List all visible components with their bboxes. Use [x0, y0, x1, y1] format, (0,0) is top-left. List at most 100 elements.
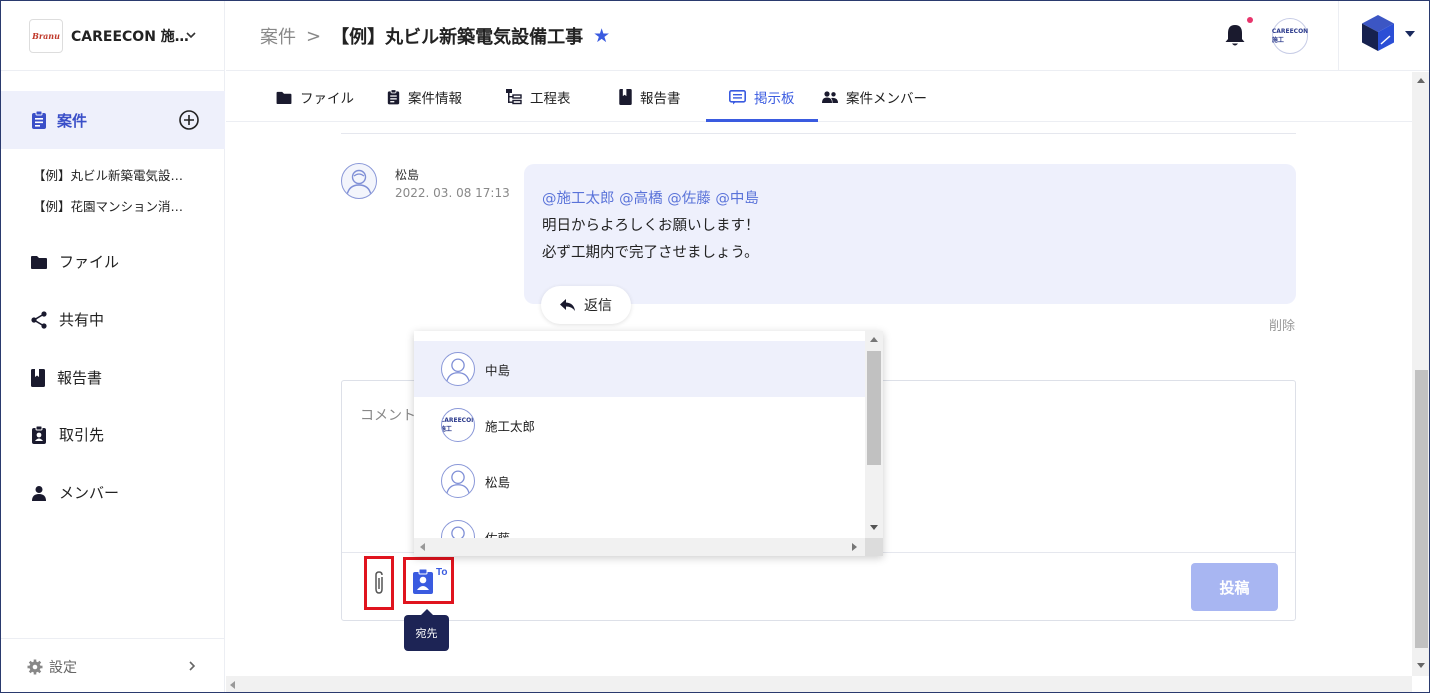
bell-icon[interactable] — [1224, 23, 1246, 47]
avatar: CAREECON施工 — [441, 408, 475, 442]
org-switcher[interactable]: Branu CAREECON 施… — [1, 1, 225, 71]
message-line: 必ず工期内で完了させましょう。 — [542, 245, 759, 261]
to-label: To — [436, 567, 447, 578]
cube-logo-icon[interactable] — [1361, 14, 1395, 52]
folder-icon — [31, 255, 47, 269]
scroll-down-arrow[interactable] — [870, 525, 878, 530]
comment-placeholder: コメント — [360, 408, 416, 424]
sidebar-project-link[interactable]: 【例】丸ビル新築電気設… — [33, 165, 183, 184]
tab-reports[interactable]: 報告書 — [619, 72, 681, 122]
schedule-tree-icon — [506, 89, 522, 105]
reply-label: 返信 — [584, 298, 612, 314]
tab-label: 報告書 — [640, 91, 681, 107]
scroll-up-arrow[interactable] — [870, 337, 878, 342]
sidebar-project-link[interactable]: 【例】花園マンション消… — [33, 196, 183, 215]
sidebar-item-reports[interactable]: 報告書 — [31, 367, 102, 388]
org-logo: Branu — [29, 18, 63, 53]
mention-recipient-button[interactable]: To — [403, 557, 454, 604]
contact-badge-icon — [32, 425, 46, 444]
avatar[interactable]: CAREECON施工 — [1272, 18, 1308, 54]
dropdown-horizontal-scrollbar[interactable] — [414, 538, 865, 556]
tab-project-members[interactable]: 案件メンバー — [822, 72, 927, 122]
mention-option-label: 施工太郎 — [485, 418, 536, 434]
chevron-down-icon — [186, 32, 196, 39]
clipboard-icon — [32, 111, 46, 129]
attach-file-button[interactable] — [364, 556, 394, 610]
sidebar-item-members[interactable]: メンバー — [31, 482, 119, 503]
scroll-right-arrow[interactable] — [852, 543, 857, 551]
sidebar-item-label: 案件 — [57, 111, 88, 130]
mention-option-label: 佐藤 — [485, 530, 511, 539]
person-icon — [32, 485, 46, 501]
book-icon — [31, 368, 45, 387]
page-vertical-scrollbar[interactable] — [1412, 72, 1429, 676]
people-icon — [822, 91, 838, 103]
sidebar-item-label: 共有中 — [59, 311, 105, 329]
mention-option-label: 松島 — [485, 474, 511, 490]
content-divider — [341, 133, 1296, 134]
tab-project-info[interactable]: 案件情報 — [387, 72, 462, 122]
tab-label: 案件情報 — [408, 91, 462, 107]
tab-label: 工程表 — [530, 91, 571, 107]
sidebar-item-shared[interactable]: 共有中 — [31, 309, 104, 330]
clipboard-icon — [387, 89, 400, 105]
scroll-left-arrow[interactable] — [420, 543, 425, 551]
sidebar-settings[interactable]: 設定 — [1, 638, 225, 692]
scroll-thumb[interactable] — [867, 351, 881, 465]
user-icon — [346, 169, 372, 196]
scrollbar-corner — [865, 538, 883, 556]
scroll-up-arrow[interactable] — [1417, 78, 1425, 83]
top-header: 案件 > 【例】丸ビル新築電気設備工事 ★ CAREECON施工 — [226, 1, 1429, 71]
book-icon — [619, 89, 632, 105]
sidebar-item-label: メンバー — [59, 484, 120, 502]
mention-option[interactable]: CAREECON施工 施工太郎 — [414, 397, 865, 453]
recipient-tooltip: 宛先 — [404, 609, 449, 651]
tab-schedule[interactable]: 工程表 — [506, 72, 571, 122]
message-author: 松島 — [395, 168, 420, 182]
mention-option[interactable]: 佐藤 — [414, 509, 865, 538]
message-board-icon — [729, 89, 746, 104]
folder-icon — [276, 91, 292, 104]
chevron-right-icon — [189, 661, 196, 671]
account-menu-caret[interactable] — [1405, 31, 1415, 37]
sidebar-item-files[interactable]: ファイル — [31, 251, 119, 272]
sidebar-item-partners[interactable]: 取引先 — [31, 424, 104, 445]
mention-option-label: 中島 — [485, 362, 511, 378]
paperclip-icon — [375, 571, 383, 594]
share-icon — [31, 310, 47, 329]
notification-dot — [1247, 17, 1253, 23]
sidebar-item-label: 報告書 — [57, 369, 103, 387]
sidebar-item-projects[interactable]: 案件 — [1, 91, 225, 149]
message-line: 明日からよろしくお願いします！ — [542, 218, 760, 234]
star-icon[interactable]: ★ — [593, 25, 610, 47]
sidebar-item-label: ファイル — [59, 253, 120, 271]
message-timestamp: 2022. 03. 08 17:13 — [395, 186, 510, 200]
reply-button[interactable]: 返信 — [541, 286, 631, 324]
avatar — [441, 520, 475, 538]
page-title: 【例】丸ビル新築電気設備工事 — [331, 27, 584, 48]
scroll-down-arrow[interactable] — [1417, 663, 1425, 668]
avatar — [441, 464, 475, 498]
message-mentions[interactable]: @施工太郎 @高橋 @佐藤 @中島 — [542, 186, 1278, 213]
avatar — [341, 163, 377, 199]
post-button[interactable]: 投稿 — [1191, 563, 1278, 611]
breadcrumb-root[interactable]: 案件 — [260, 23, 296, 49]
tab-label: 案件メンバー — [846, 91, 927, 107]
mention-option[interactable]: 中島 — [414, 341, 865, 397]
tab-files[interactable]: ファイル — [276, 72, 354, 122]
project-tabs: ファイル 案件情報 工程表 報告書 掲示板 案件メンバー — [226, 72, 1412, 122]
breadcrumb: 案件 > 【例】丸ビル新築電気設備工事 ★ — [260, 23, 610, 49]
add-project-button[interactable] — [177, 108, 201, 132]
tab-bulletin-board[interactable]: 掲示板 — [729, 72, 795, 122]
scroll-left-arrow[interactable] — [230, 681, 235, 689]
sidebar: Branu CAREECON 施… 案件 【例】丸ビル新築電気設… 【例】花園マ… — [1, 1, 225, 692]
dropdown-vertical-scrollbar[interactable] — [865, 331, 883, 538]
mention-option[interactable]: 松島 — [414, 453, 865, 509]
scroll-thumb[interactable] — [1415, 370, 1428, 648]
delete-link[interactable]: 削除 — [1269, 315, 1295, 334]
header-divider — [1338, 1, 1339, 71]
app-window: Branu CAREECON 施… 案件 【例】丸ビル新築電気設… 【例】花園マ… — [0, 0, 1430, 693]
page-horizontal-scrollbar[interactable] — [226, 676, 1412, 692]
mention-dropdown: 中島 CAREECON施工 施工太郎 松島 佐藤 — [414, 331, 883, 556]
breadcrumb-separator: > — [306, 25, 322, 47]
